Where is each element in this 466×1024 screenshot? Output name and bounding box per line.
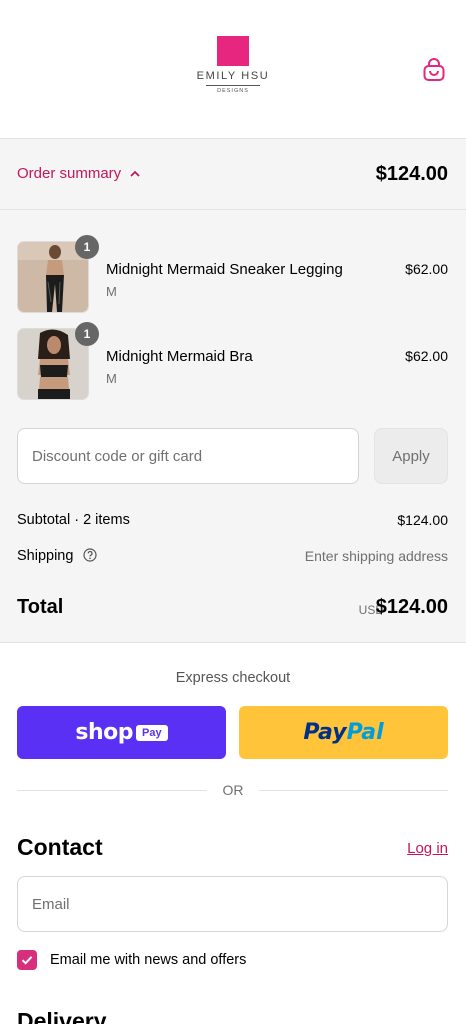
item-name: Midnight Mermaid Sneaker Legging xyxy=(106,261,343,278)
line-item: 1 Midnight Mermaid Bra M $62.00 xyxy=(17,322,448,400)
help-circle-icon[interactable] xyxy=(83,548,98,562)
subtotal-label: Subtotal · 2 items xyxy=(17,512,130,528)
or-separator: OR xyxy=(222,782,244,798)
discount-code-input[interactable] xyxy=(17,428,359,484)
shipping-value: Enter shipping address xyxy=(304,548,448,564)
quantity-badge: 1 xyxy=(75,235,99,259)
logo-subtitle: DESIGNS xyxy=(217,88,249,94)
logo-square xyxy=(217,36,249,66)
delivery-heading: Delivery xyxy=(17,1008,107,1024)
item-name: Midnight Mermaid Bra xyxy=(106,348,253,365)
order-summary-bar[interactable]: Order summary $124.00 xyxy=(0,138,466,210)
quantity-badge: 1 xyxy=(75,322,99,346)
logo-name: EMILY HSU xyxy=(196,70,270,82)
brand-logo[interactable]: EMILY HSU DESIGNS xyxy=(193,36,273,102)
item-price: $62.00 xyxy=(405,348,448,364)
checkout-header: EMILY HSU DESIGNS xyxy=(0,0,466,138)
express-checkout-title: Express checkout xyxy=(175,670,291,686)
order-summary-panel: 1 Midnight Mermaid Sneaker Legging M $62… xyxy=(0,210,466,643)
order-summary-total: $124.00 xyxy=(375,163,448,185)
paypal-button[interactable]: Pay Pal xyxy=(239,706,448,759)
shop-pay-logo: shop Pay xyxy=(17,706,226,759)
newsletter-label[interactable]: Email me with news and offers xyxy=(50,952,246,968)
apply-discount-button[interactable]: Apply xyxy=(374,428,448,484)
line-item: 1 Midnight Mermaid Sneaker Legging M $62… xyxy=(17,235,448,313)
contact-heading: Contact xyxy=(17,834,103,860)
shop-pay-button[interactable]: shop Pay xyxy=(17,706,226,759)
chevron-up-icon xyxy=(130,170,140,177)
shipping-row-label: Shipping xyxy=(17,548,98,564)
pay-badge: Pay xyxy=(136,724,168,741)
total-value: $124.00 xyxy=(375,596,448,618)
paypal-logo: Pay Pal xyxy=(239,706,448,759)
log-in-link[interactable]: Log in xyxy=(407,840,448,857)
shopping-bag-icon[interactable] xyxy=(420,56,448,84)
item-variant: M xyxy=(106,371,117,386)
checkmark-icon xyxy=(21,956,33,965)
paypal-wordmark-part-1: Pay xyxy=(303,720,347,745)
order-summary-label: Order summary xyxy=(17,165,122,182)
logo-rule xyxy=(206,85,260,86)
paypal-wordmark-part-2: Pal xyxy=(346,720,384,745)
subtotal-value: $124.00 xyxy=(397,512,448,528)
item-variant: M xyxy=(106,284,117,299)
item-price: $62.00 xyxy=(405,261,448,277)
shop-wordmark: shop xyxy=(75,720,134,745)
email-input[interactable] xyxy=(17,876,448,932)
total-label: Total xyxy=(17,596,64,618)
newsletter-checkbox[interactable] xyxy=(17,950,37,970)
shipping-label: Shipping xyxy=(17,548,74,564)
order-summary-toggle[interactable]: Order summary xyxy=(17,165,141,182)
